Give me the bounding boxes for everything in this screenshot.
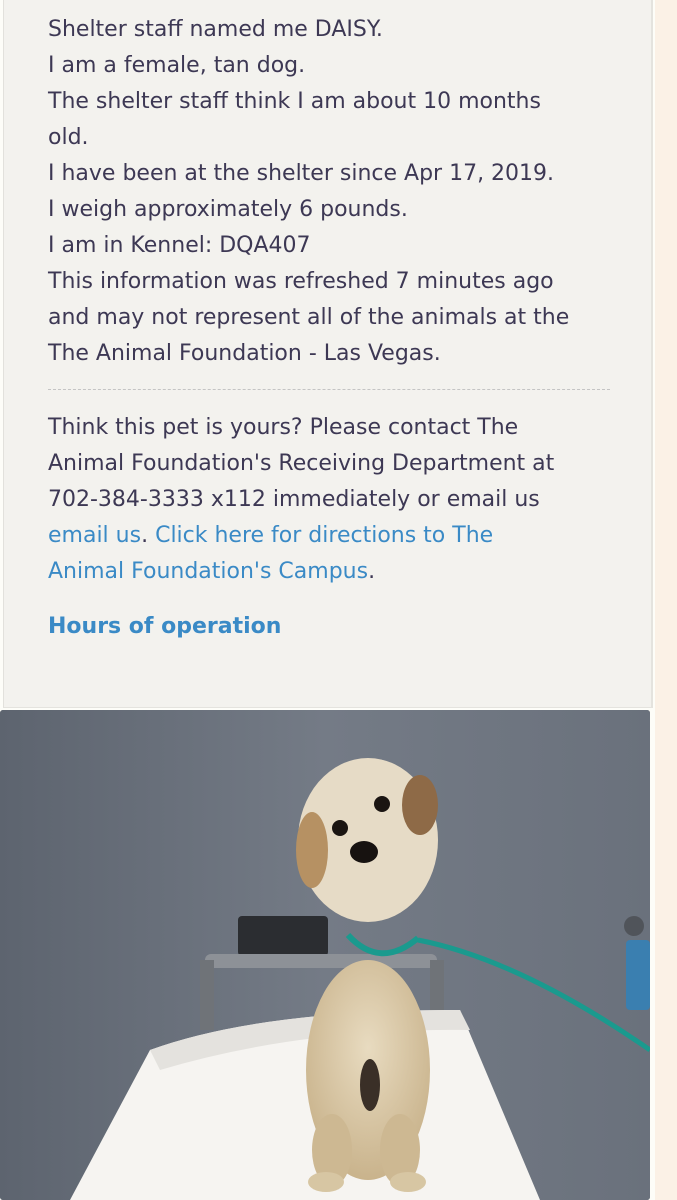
teal-holder: [626, 940, 650, 1010]
refresh-note-line: This information was refreshed 7 minutes…: [48, 269, 554, 294]
dog-belly-shadow: [360, 1059, 380, 1111]
dog-eye-right: [374, 796, 390, 812]
table-leg-left: [200, 960, 214, 1030]
contact-line-1: Think this pet is yours? Please contact …: [48, 415, 519, 440]
contact-separator: .: [141, 523, 156, 548]
contact-line-3: 702-384-3333 x112 immediately or email u…: [48, 487, 540, 512]
dog-nose: [350, 841, 378, 863]
dog-eye-left: [332, 820, 348, 836]
contact-section: Think this pet is yours? Please contact …: [48, 410, 633, 590]
pet-info-card: Shelter staff named me DAISY. I am a fem…: [3, 0, 653, 708]
directions-link-cont[interactable]: Animal Foundation's Campus: [48, 559, 368, 584]
wall-fixture: [238, 916, 328, 956]
directions-link[interactable]: Click here for directions to The: [155, 523, 493, 548]
dog-photo-illustration: [0, 710, 650, 1200]
contact-end-period: .: [368, 559, 376, 584]
pet-kennel-line: I am in Kennel: DQA407: [48, 233, 311, 258]
dashed-divider: [48, 389, 610, 390]
pet-age-line: The shelter staff think I am about 10 mo…: [48, 89, 541, 114]
pet-details: Shelter staff named me DAISY. I am a fem…: [48, 12, 633, 372]
refresh-note-line-2: and may not represent all of the animals…: [48, 305, 570, 330]
contact-line-2: Animal Foundation's Receiving Department…: [48, 451, 555, 476]
dog-ear-left: [296, 812, 328, 888]
dog-paw-left: [308, 1172, 344, 1192]
pet-sex-color-line: I am a female, tan dog.: [48, 53, 306, 78]
contact-line-5: Animal Foundation's Campus.: [48, 554, 633, 590]
pet-age-line-cont: old.: [48, 125, 89, 150]
door-knob: [624, 916, 644, 936]
pet-intake-date-line: I have been at the shelter since Apr 17,…: [48, 161, 555, 186]
contact-line-4: email us. Click here for directions to T…: [48, 518, 633, 554]
pet-photo: [0, 710, 650, 1200]
dog-ear-right: [402, 775, 438, 835]
dog-paw-right: [390, 1172, 426, 1192]
page-edge: [655, 0, 677, 1200]
pet-weight-line: I weigh approximately 6 pounds.: [48, 197, 408, 222]
email-us-link[interactable]: email us: [48, 523, 141, 548]
refresh-note-line-3: The Animal Foundation - Las Vegas.: [48, 341, 441, 366]
table-rail: [205, 954, 437, 968]
hours-of-operation-link[interactable]: Hours of operation: [48, 609, 281, 645]
pet-name-line: Shelter staff named me DAISY.: [48, 17, 383, 42]
